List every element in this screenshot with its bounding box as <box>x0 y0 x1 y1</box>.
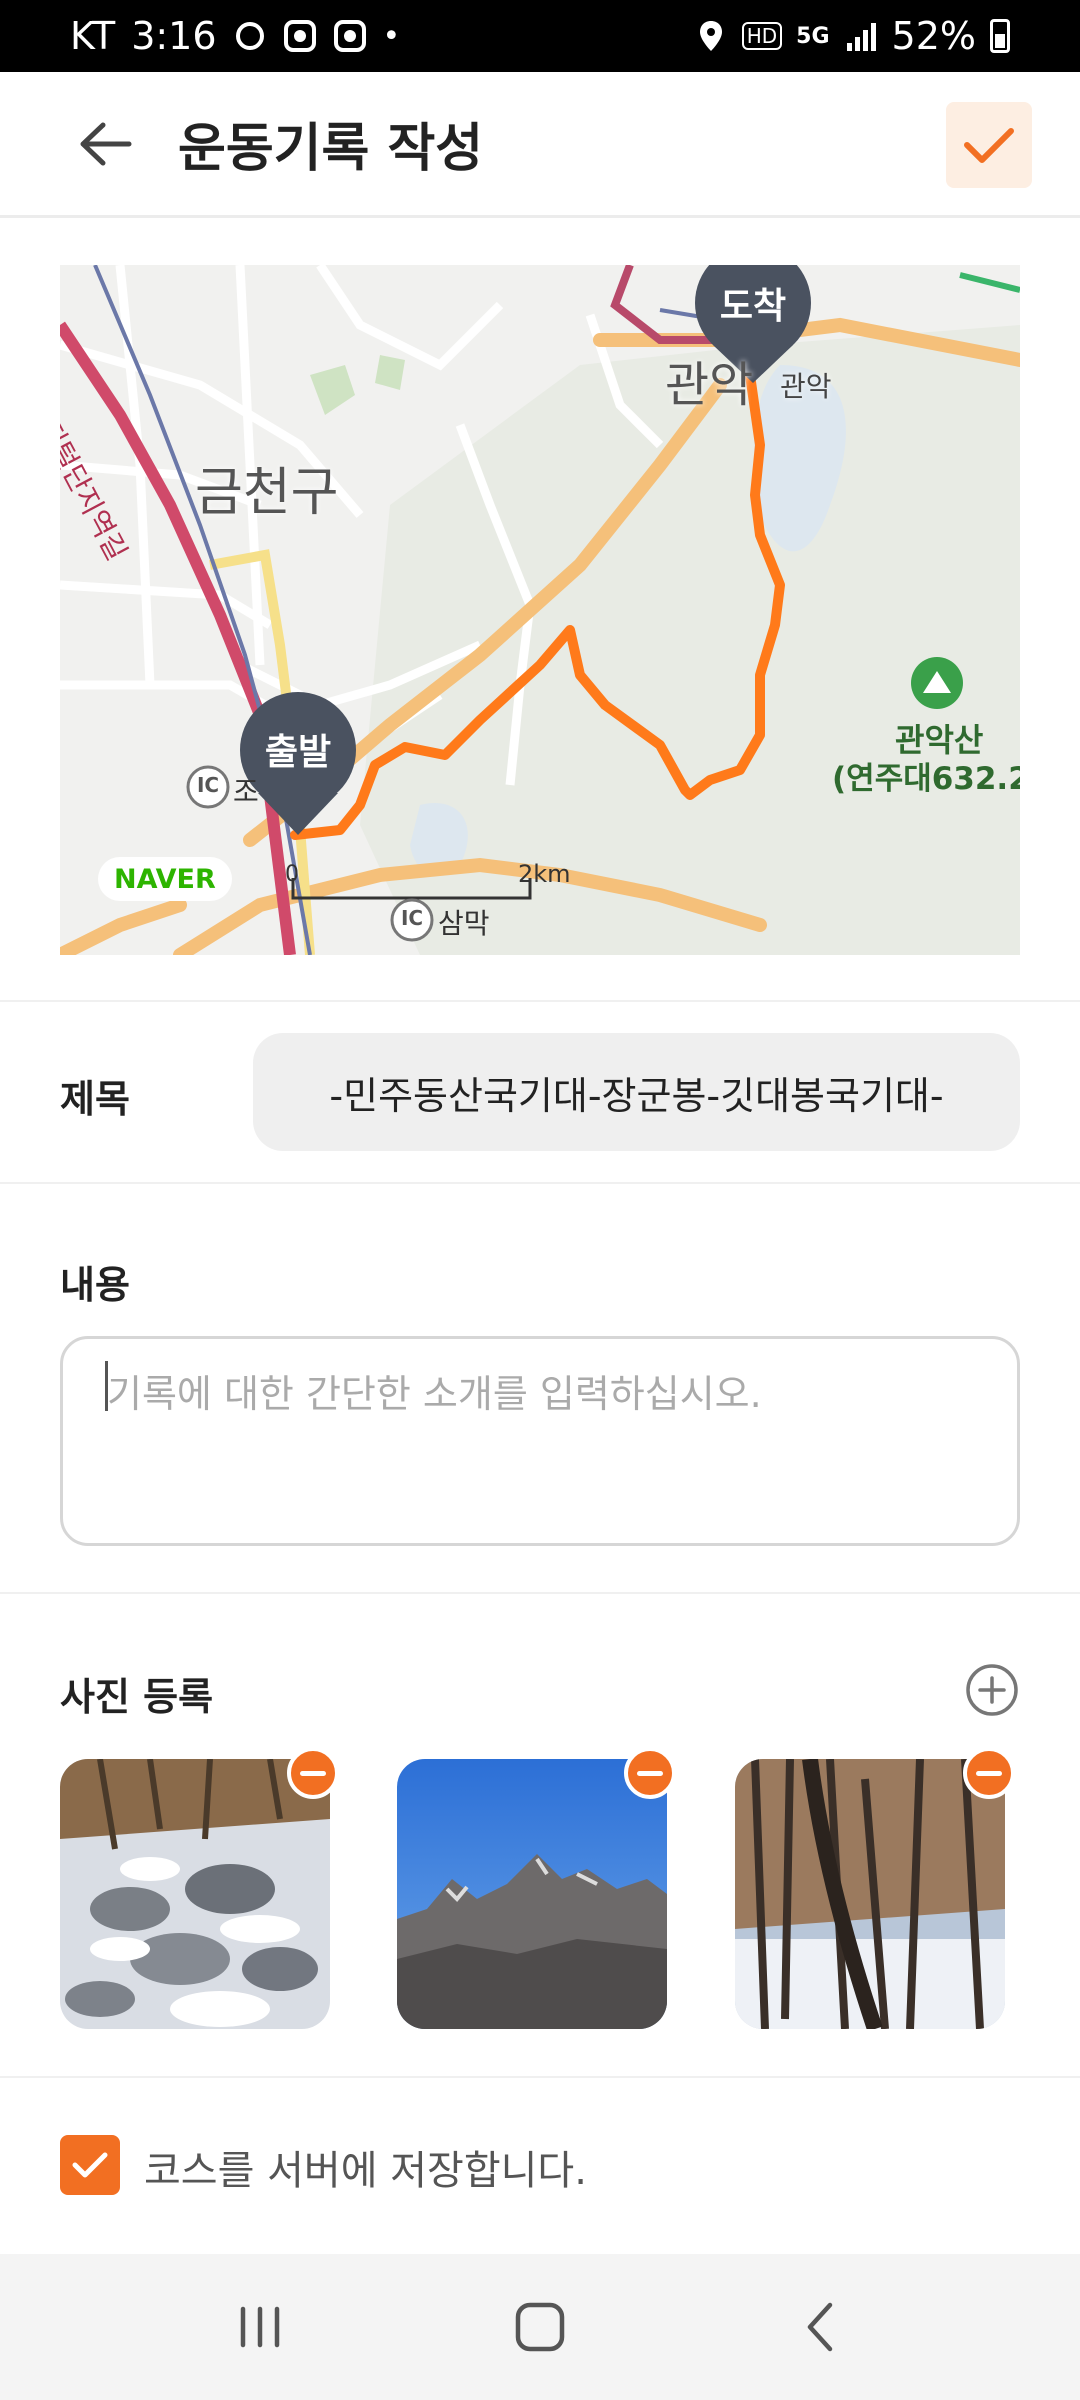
recent-apps-icon <box>240 2306 280 2348</box>
nav-back-button[interactable] <box>770 2277 870 2377</box>
save-course-label: 코스를 서버에 저장합니다. <box>144 2148 587 2194</box>
snowy-forest-photo[interactable] <box>735 1759 1005 2029</box>
battery-icon <box>990 19 1010 53</box>
signal-icon <box>844 19 878 53</box>
page-title: 운동기록 작성 <box>178 119 484 179</box>
check-icon <box>964 128 1014 163</box>
back-button[interactable] <box>48 89 158 199</box>
mountain-ridge-photo[interactable] <box>397 1759 667 2029</box>
minus-icon <box>300 1770 326 1776</box>
confirm-button[interactable] <box>946 102 1032 188</box>
ic-place-2: 삼막 <box>438 907 490 940</box>
content-textarea[interactable]: 기록에 대한 간단한 소개를 입력하십시오. <box>60 1336 1020 1546</box>
scale-end: 2km <box>518 860 571 888</box>
title-label: 제목 <box>60 1077 130 1121</box>
area-label: 관악 <box>665 357 754 413</box>
area-label-small: 관악 <box>780 370 832 403</box>
system-nav-bar <box>0 2254 1080 2400</box>
divider <box>0 1000 1080 1002</box>
battery-label: 52% <box>891 14 976 58</box>
remove-photo-button-2[interactable] <box>624 1747 676 1799</box>
divider <box>0 1182 1080 1184</box>
nav-back-icon <box>807 2302 833 2352</box>
divider <box>0 1592 1080 1594</box>
end-marker-label: 도착 <box>719 286 787 327</box>
route-map[interactable]: 금천구 관악 관악 관악산 (연주대632.2m 가산디지털단지역길 출발 도착… <box>60 265 1020 955</box>
map-canvas <box>60 265 1020 955</box>
plus-circle-icon <box>966 1664 1018 1716</box>
start-marker-label: 출발 <box>264 732 332 773</box>
dot-icon: • <box>382 18 401 54</box>
walking-icon <box>233 19 267 53</box>
recent-apps-button[interactable] <box>210 2277 310 2377</box>
add-photo-button[interactable] <box>964 1662 1020 1718</box>
network-label: 5G <box>796 23 830 49</box>
content-label: 내용 <box>60 1263 130 1307</box>
app-notification-icon-2 <box>333 19 367 53</box>
naver-logo: NAVER <box>98 857 232 901</box>
content-placeholder: 기록에 대한 간단한 소개를 입력하십시오. <box>107 1372 762 1416</box>
mountain-detail: (연주대632.2m <box>832 761 1020 797</box>
ic-label-2: IC <box>400 906 424 930</box>
location-icon <box>694 19 728 53</box>
remove-photo-button-1[interactable] <box>287 1747 339 1799</box>
district-label: 금천구 <box>195 463 339 523</box>
divider <box>0 2076 1080 2078</box>
save-course-checkbox[interactable] <box>60 2135 120 2195</box>
carrier-label: KT <box>70 14 116 58</box>
hd-icon: HD <box>741 22 783 50</box>
minus-icon <box>976 1770 1002 1776</box>
minus-icon <box>637 1770 663 1776</box>
arrow-left-icon <box>80 122 132 165</box>
app-bar: 운동기록 작성 <box>0 72 1080 218</box>
scale-start: 0 <box>285 862 299 887</box>
time-label: 3:16 <box>131 14 217 58</box>
app-notification-icon <box>283 19 317 53</box>
snowy-rocks-photo[interactable] <box>60 1759 330 2029</box>
ic-place-1: 조 <box>233 775 259 808</box>
home-icon <box>515 2302 565 2352</box>
home-button[interactable] <box>490 2277 590 2377</box>
remove-photo-button-3[interactable] <box>963 1747 1015 1799</box>
status-bar: KT 3:16 • HD 5G 52% <box>0 0 1080 72</box>
title-input[interactable]: -민주동산국기대-장군봉-깃대봉국기대- <box>253 1033 1020 1151</box>
checkmark-icon <box>72 2152 108 2178</box>
photos-label: 사진 등록 <box>60 1675 214 1719</box>
ic-label-1: IC <box>196 773 220 797</box>
